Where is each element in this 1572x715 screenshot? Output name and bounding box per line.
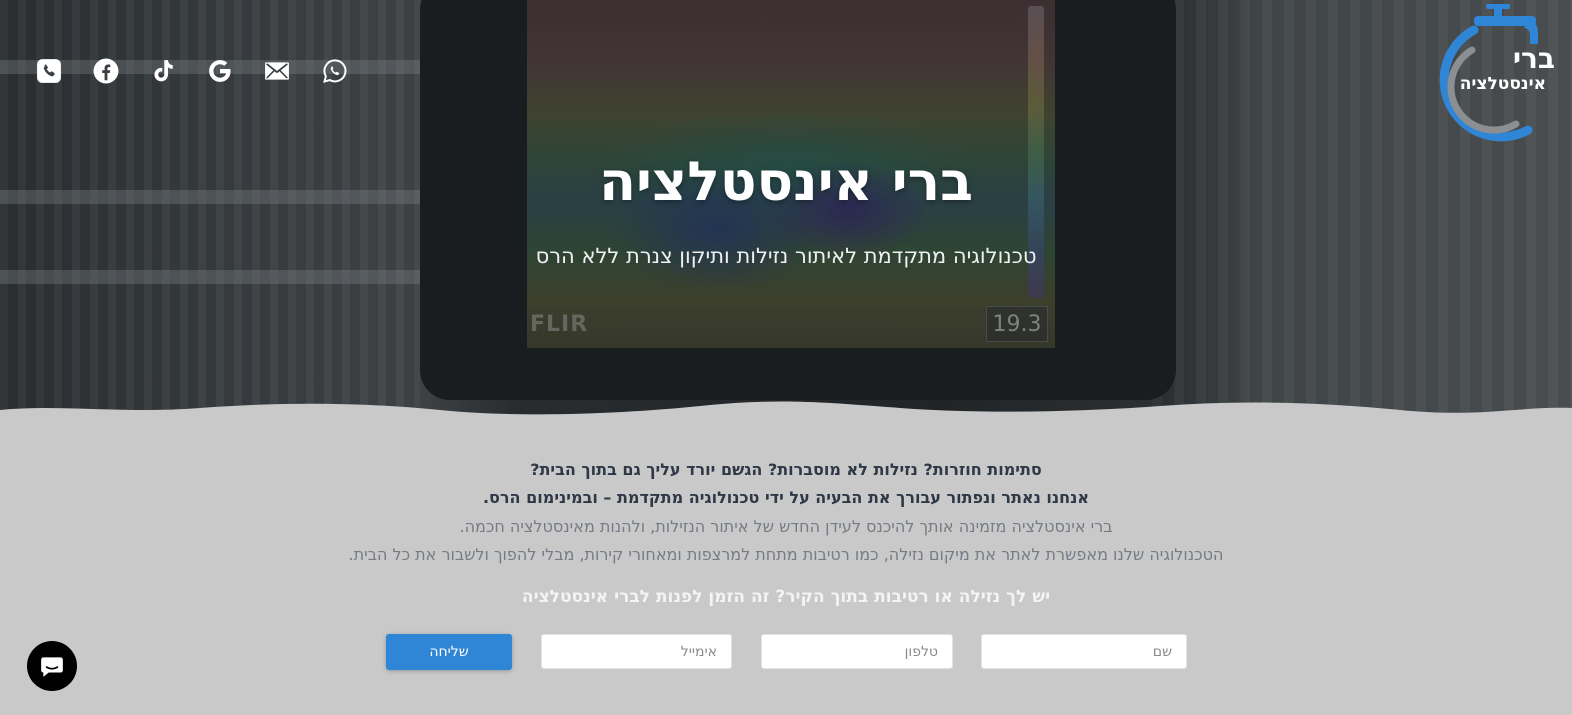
about-headline: סתימות חוזרות? נזילות לא מוסברות? הגשם י… bbox=[530, 460, 1042, 479]
wave-divider bbox=[0, 401, 1572, 426]
hero-title: ברי אינסטלציה bbox=[598, 150, 974, 213]
cta-text: יש לך נזילה או רטיבות בתוך הקיר? זה הזמן… bbox=[521, 587, 1051, 607]
chat-button[interactable] bbox=[27, 641, 77, 691]
logo-title: ברי bbox=[1512, 42, 1555, 75]
email-icon[interactable] bbox=[262, 56, 292, 86]
phone-icon[interactable] bbox=[34, 56, 64, 86]
hero-subtitle: טכנולוגיה מתקדמת לאיתור נזילות ותיקון צנ… bbox=[535, 244, 1037, 268]
email-field[interactable] bbox=[541, 634, 732, 669]
facebook-icon[interactable] bbox=[91, 56, 121, 86]
chat-bubble-icon bbox=[41, 657, 63, 677]
tiktok-icon[interactable] bbox=[148, 56, 178, 86]
logo-subtitle: אינסטלציה bbox=[1459, 74, 1546, 94]
phone-field[interactable] bbox=[761, 634, 953, 669]
about-invite: ברי אינסטלציה מזמינה אותך להיכנס לעידן ה… bbox=[459, 517, 1113, 536]
about-promise: אנחנו נאתר ונפתור עבורך את הבעיה על ידי … bbox=[482, 488, 1090, 507]
submit-button[interactable]: שליחה bbox=[386, 634, 512, 670]
name-field[interactable] bbox=[981, 634, 1187, 669]
whatsapp-icon[interactable] bbox=[320, 56, 350, 86]
about-description: הטכנולוגיה שלנו מאפשרת לאתר את מיקום נזי… bbox=[348, 545, 1224, 564]
google-icon[interactable] bbox=[205, 56, 235, 86]
